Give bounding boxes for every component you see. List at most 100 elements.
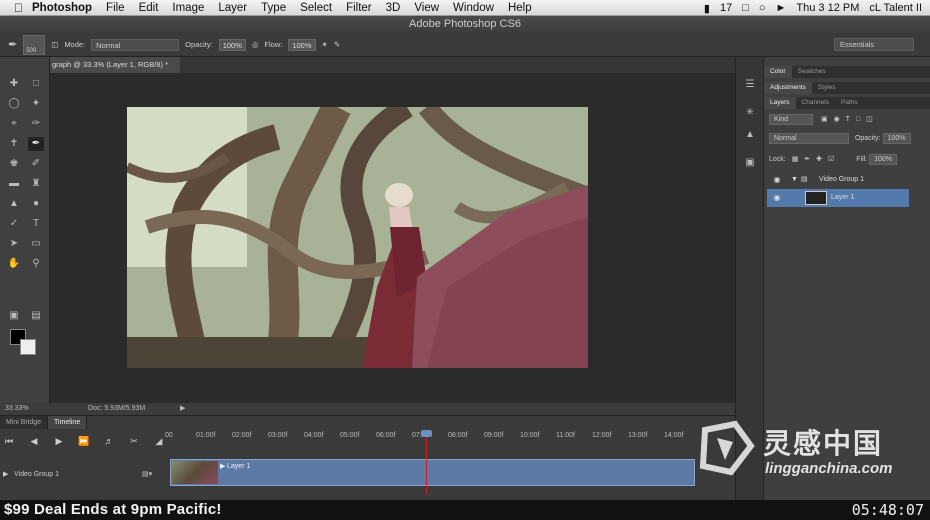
menu-layer[interactable]: Layer [218,2,247,14]
move-tool-icon[interactable]: ✚ [6,77,22,91]
volume-icon[interactable]: ► [776,2,787,14]
workspace-select[interactable]: Essentials [834,38,914,51]
eraser-tool-icon[interactable]: ▬ [6,177,22,191]
promo-text[interactable]: $99 Deal Ends at 9pm Pacific! [4,501,222,518]
properties-panel-icon[interactable]: ✳ [744,107,756,119]
apple-icon[interactable]:  [14,1,32,15]
track-video-group[interactable]: ▶ Video Group 1 ▤▾ [0,466,165,484]
tab-timeline[interactable]: Timeline [48,416,88,429]
type-tool-icon[interactable]: T [28,217,44,231]
tab-color[interactable]: Color [764,66,792,78]
brush-tool-icon[interactable]: ✒ [28,137,44,151]
background-color-swatch[interactable] [20,339,36,355]
crop-tool-icon[interactable]: ⌖ [6,117,22,131]
wifi-icon[interactable]: ○ [759,2,766,14]
audio-icon[interactable]: ♬ [103,436,115,446]
healing-tool-icon[interactable]: ✝ [6,137,22,151]
user-name[interactable]: cL Talent II [869,2,922,14]
playhead-line [426,432,427,494]
tab-adjustments[interactable]: Adjustments [764,82,812,94]
blur-tool-icon[interactable]: ▲ [6,197,22,211]
tab-mini-bridge[interactable]: Mini Bridge [0,416,49,429]
histogram-panel-icon[interactable]: ▲ [744,129,756,141]
previous-frame-icon[interactable]: ◀ [28,436,40,447]
flow-label: Flow: [264,40,283,49]
filter-row: Kind ▣◉T□◫ [769,114,879,125]
menu-help[interactable]: Help [508,2,532,14]
brush-panel-icon[interactable]: ◫ [51,40,58,49]
display-icon[interactable]: □ [742,2,749,14]
go-to-first-frame-icon[interactable]: ⏮ [3,436,15,447]
track-expand-icon[interactable]: ▶ [3,466,8,484]
visibility-eye-icon[interactable]: ◉ [772,189,782,207]
timeline-ruler[interactable]: 00 01:00f 02:00f 03:00f 04:00f 05:00f 06… [165,430,715,444]
playhead-handle[interactable] [421,430,432,437]
history-brush-tool-icon[interactable]: ✐ [28,157,44,171]
lock-icons[interactable]: ▦✒✚☑ [792,156,841,163]
layer-row-selected[interactable]: ◉ Layer 1 [767,189,909,207]
photo-canvas[interactable] [127,107,588,368]
menu-view[interactable]: View [414,2,439,14]
folder-icon: ▤ [801,176,808,183]
tab-layers[interactable]: Layers [764,97,796,109]
clip-expand-icon[interactable]: ▶ [220,462,225,470]
tab-swatches[interactable]: Swatches [792,66,832,78]
dodge-tool-icon[interactable]: ● [28,197,44,211]
split-at-playhead-icon[interactable]: ✂ [128,436,140,447]
menu-select[interactable]: Select [300,2,332,14]
document-tab[interactable]: graph @ 33.3% (Layer 1, RGB/8) * [50,57,180,73]
pressure-opacity-icon[interactable]: ◎ [252,40,259,49]
screen-mode-icon[interactable]: ▤ [28,309,44,323]
menu-type[interactable]: Type [261,2,286,14]
group-expand-icon[interactable]: ▼ [791,171,798,189]
zoom-tool-icon[interactable]: ⚲ [28,257,44,271]
visibility-eye-icon[interactable]: ◉ [772,171,782,189]
kind-filter-select[interactable]: Kind [769,114,813,125]
play-icon[interactable]: ▶ [53,436,65,447]
layer-group-row[interactable]: ◉ ▼ ▤ Video Group 1 [767,171,909,189]
flow-input[interactable]: 100% [288,38,316,51]
video-clip[interactable]: ▶ Layer 1 [170,459,695,486]
quick-select-tool-icon[interactable]: ✦ [28,97,44,111]
menu-3d[interactable]: 3D [386,2,401,14]
transition-icon[interactable]: ◢ [153,436,165,447]
menu-image[interactable]: Image [172,2,204,14]
tab-paths[interactable]: Paths [835,97,864,109]
history-panel-icon[interactable]: ☰ [744,79,756,91]
track-menu-icon[interactable]: ▤▾ [142,466,152,484]
layer-opacity-input[interactable]: 100% [882,133,911,144]
shape-tool-icon[interactable]: ▭ [28,237,44,251]
marquee-tool-icon[interactable]: □ [28,77,44,91]
pressure-size-icon[interactable]: ✎ [334,40,340,49]
clock[interactable]: Thu 3 12 PM [796,2,859,14]
tab-channels[interactable]: Channels [796,97,835,109]
menu-filter[interactable]: Filter [346,2,372,14]
mode-select[interactable]: Normal [91,38,180,51]
next-frame-icon[interactable]: ⏩ [78,436,90,447]
battery-count[interactable]: 17 [720,2,732,14]
actions-panel-icon[interactable]: ▣ [744,157,756,169]
zoom-level[interactable]: 33.33% [5,403,29,415]
status-icons[interactable]: ▮ [704,2,710,15]
clone-stamp-tool-icon[interactable]: ♚ [6,157,22,171]
eyedropper-tool-icon[interactable]: ✑ [28,117,44,131]
menu-photoshop[interactable]: Photoshop [32,2,92,14]
pen-tool-icon[interactable]: ✓ [6,217,22,231]
tab-styles[interactable]: Styles [812,82,842,94]
menu-edit[interactable]: Edit [139,2,159,14]
hand-tool-icon[interactable]: ✋ [6,257,22,271]
lasso-tool-icon[interactable]: ◯ [6,97,22,111]
paint-bucket-tool-icon[interactable]: ♜ [28,177,44,191]
status-menu-arrow-icon[interactable]: ▶ [180,403,185,415]
airbrush-icon[interactable]: ✶ [322,40,328,49]
quick-mask-icon[interactable]: ▣ [6,309,22,323]
filter-icons[interactable]: ▣◉T□◫ [821,116,879,123]
blend-mode-select[interactable]: Normal [769,133,849,144]
opacity-input[interactable]: 100% [218,38,246,51]
fill-input[interactable]: 100% [869,154,898,165]
brush-preset-picker[interactable]: 500 [23,34,46,55]
path-select-tool-icon[interactable]: ➤ [6,237,22,251]
menu-window[interactable]: Window [453,2,494,14]
menu-file[interactable]: File [106,2,125,14]
brush-tool-icon[interactable]: ✒ [8,38,17,51]
